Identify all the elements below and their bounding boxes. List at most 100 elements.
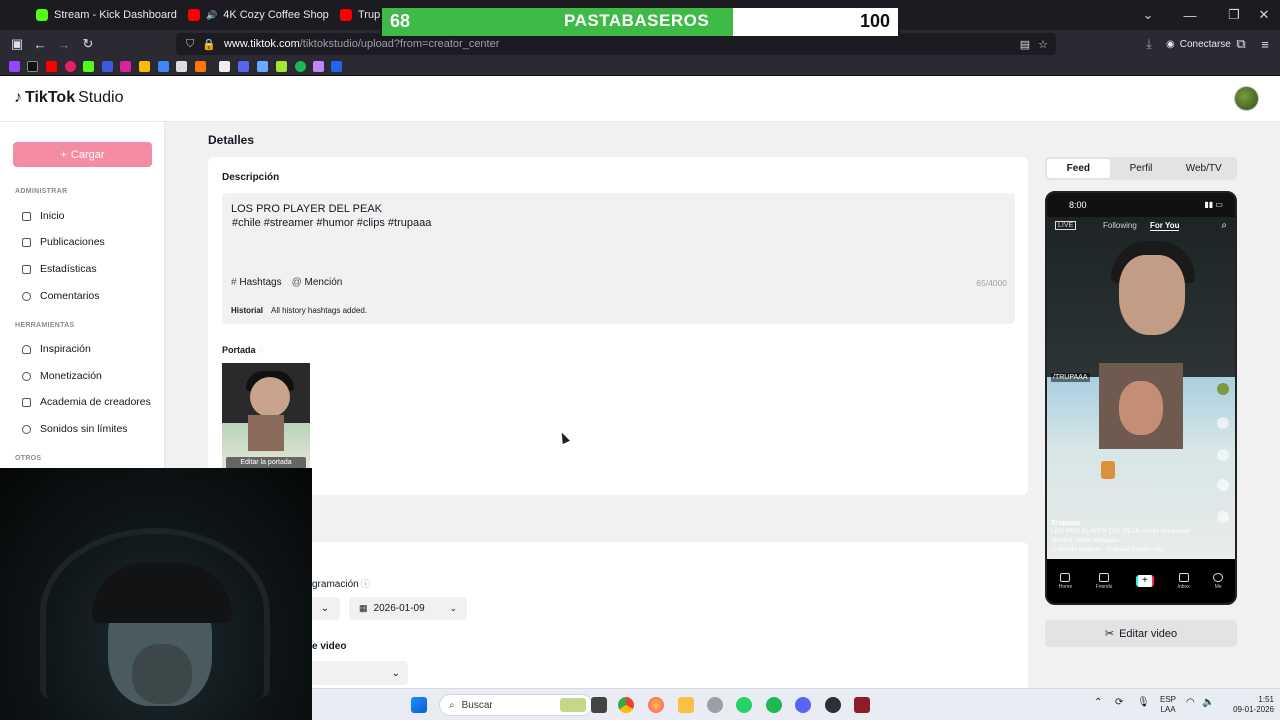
sidebar-toggle-icon[interactable]: ▣ [6,34,28,54]
task-view-icon[interactable] [591,697,607,713]
language-indicator[interactable]: ESP LAA [1160,695,1176,715]
bookmark-icon[interactable] [257,61,268,72]
tray-chevron-icon[interactable]: ⌃ [1094,698,1102,708]
info-icon[interactable]: ⓘ [361,579,370,589]
account-button[interactable]: ◉ Conectarse [1166,34,1231,54]
clock-time: 1:51 [1258,695,1274,704]
sidebar-item-label: Comentarios [40,290,100,302]
description-field[interactable]: LOS PRO PLAYER DEL PEAK #chile #streamer… [222,193,1015,324]
dollar-icon [22,371,31,381]
bookmark-icon[interactable] [102,61,113,72]
downloads-icon[interactable]: ⤓ [1138,34,1160,54]
spotify-bookmark-icon[interactable] [295,61,306,72]
tab-list-chevron-icon[interactable]: ⌄ [1128,0,1168,30]
forward-icon[interactable]: → [53,34,75,54]
drive-bookmark-icon[interactable] [139,61,150,72]
shield-icon[interactable]: ⛉ [186,38,194,51]
back-icon[interactable]: ← [29,34,51,54]
discord-bookmark-icon[interactable] [238,61,249,72]
sidebar-item-comentarios[interactable]: Comentarios [22,287,100,305]
kick-bookmark-icon[interactable] [83,61,94,72]
lock-icon[interactable]: 🔒 [202,38,216,51]
date-select[interactable]: ▦ 2026-01-09 ⌄ [349,597,467,620]
description-text[interactable]: LOS PRO PLAYER DEL PEAK [231,203,382,215]
sidebar-item-inicio[interactable]: Inicio [22,207,65,225]
sidebar-item-monetizacion[interactable]: Monetización [22,367,102,385]
tiktok-studio-header: ♪ TikTok Studio [0,76,1280,122]
wifi-icon[interactable]: ◠ [1186,698,1195,708]
hashtag-button[interactable]: # Hashtags [231,277,282,288]
edit-video-button[interactable]: ✂ Editar video [1045,620,1237,647]
sidebar-item-sonidos[interactable]: Sonidos sin límites [22,420,128,438]
posts-icon [22,237,31,247]
hashtag-history: Historial All history hashtags added. [231,306,367,315]
comment-icon [1217,449,1229,461]
tiktok-studio-logo[interactable]: ♪ TikTok Studio [14,89,123,107]
minimize-icon[interactable]: — [1170,0,1210,30]
soundcloud-bookmark-icon[interactable] [195,61,206,72]
taskbar-search[interactable]: ⌕ Buscar [439,694,593,716]
description-hashtags[interactable]: #chile #streamer #humor #clips #trupaaa [232,217,431,229]
tray-sync-icon[interactable]: ⟳ [1115,698,1123,708]
sidebar-item-publicaciones[interactable]: Publicaciones [22,233,105,251]
history-key[interactable]: Historial [231,306,263,315]
twitch-bookmark-icon[interactable] [9,61,20,72]
bookmark-icon[interactable] [276,61,287,72]
app-icon[interactable] [854,697,870,713]
search-icon: ⌕ [449,699,455,711]
mention-button[interactable]: @ Mención [292,277,343,288]
academy-icon [22,397,31,407]
tab-coffee-shop[interactable]: 🔊 4K Cozy Coffee Shop with ✕ [180,0,330,30]
url-text: www.tiktok.com/tiktokstudio/upload?from=… [224,38,499,50]
extensions-icon[interactable]: ⧉ [1230,34,1252,54]
time-select[interactable]: ⌄ [310,597,340,620]
windows-start-icon[interactable] [411,697,427,713]
video-select[interactable]: ⌄ [310,661,408,685]
friends-icon [1099,572,1109,582]
sidebar-item-estadisticas[interactable]: Estadísticas [22,260,97,278]
youtube-bookmark-icon[interactable] [46,61,57,72]
bookmark-star-icon[interactable]: ☆ [1038,38,1048,51]
tab-perfil[interactable]: Perfil [1110,159,1173,178]
bookmark-icon[interactable] [313,61,324,72]
chrome-icon[interactable] [618,697,634,713]
home-icon [1060,572,1071,582]
goal-score: 100 [859,11,890,31]
tab-trupaaa[interactable]: Trupaaa [332,0,382,30]
phone-preview[interactable]: 8:00 ▮▮ ▭ LIVE Following For You ⌕ /TRUP… [1045,191,1237,605]
sidebar-item-label: Academia de creadores [40,396,151,408]
upload-button[interactable]: + Cargar [13,142,152,167]
cover-thumbnail[interactable]: Editar la portada [222,363,310,469]
video-setting-label: e video [312,641,347,652]
obs-icon[interactable] [825,697,841,713]
bookmark-icon[interactable] [176,61,187,72]
tab-web-tv[interactable]: Web/TV [1172,159,1235,178]
menu-icon[interactable]: ≡ [1254,34,1276,54]
sidebar-item-academia[interactable]: Academia de creadores [22,393,151,411]
file-explorer-icon[interactable] [678,697,694,713]
bookmark-icon[interactable] [65,61,76,72]
tab-kick-dashboard[interactable]: Stream - Kick Dashboard ✕ [28,0,178,30]
close-window-icon[interactable]: ✕ [1244,0,1280,30]
tray-mic-icon[interactable]: 🎙 [1137,698,1150,708]
instagram-bookmark-icon[interactable] [120,61,131,72]
clock[interactable]: 1:51 09-01-2026 [1224,695,1274,715]
bookmark-icon[interactable] [219,61,230,72]
reader-view-icon[interactable]: ▤ [1020,38,1030,51]
bookmark-icon[interactable] [331,61,342,72]
settings-gear-icon[interactable] [707,697,723,713]
reload-icon[interactable]: ↻ [77,34,99,54]
discord-icon[interactable] [795,697,811,713]
spotify-icon[interactable] [766,697,782,713]
volume-icon[interactable]: 🔈 [1202,698,1214,708]
sidebar-item-label: Publicaciones [40,236,105,248]
tiktok-bookmark-icon[interactable] [27,61,38,72]
preview-game-character [1101,461,1115,479]
bookmark-icon[interactable] [158,61,169,72]
sidebar-item-inspiracion[interactable]: Inspiración [22,340,91,358]
tab-feed[interactable]: Feed [1047,159,1110,178]
avatar[interactable] [1234,86,1259,111]
firefox-icon[interactable] [648,697,664,713]
audio-icon[interactable]: 🔊 [206,10,217,21]
whatsapp-icon[interactable] [736,697,752,713]
